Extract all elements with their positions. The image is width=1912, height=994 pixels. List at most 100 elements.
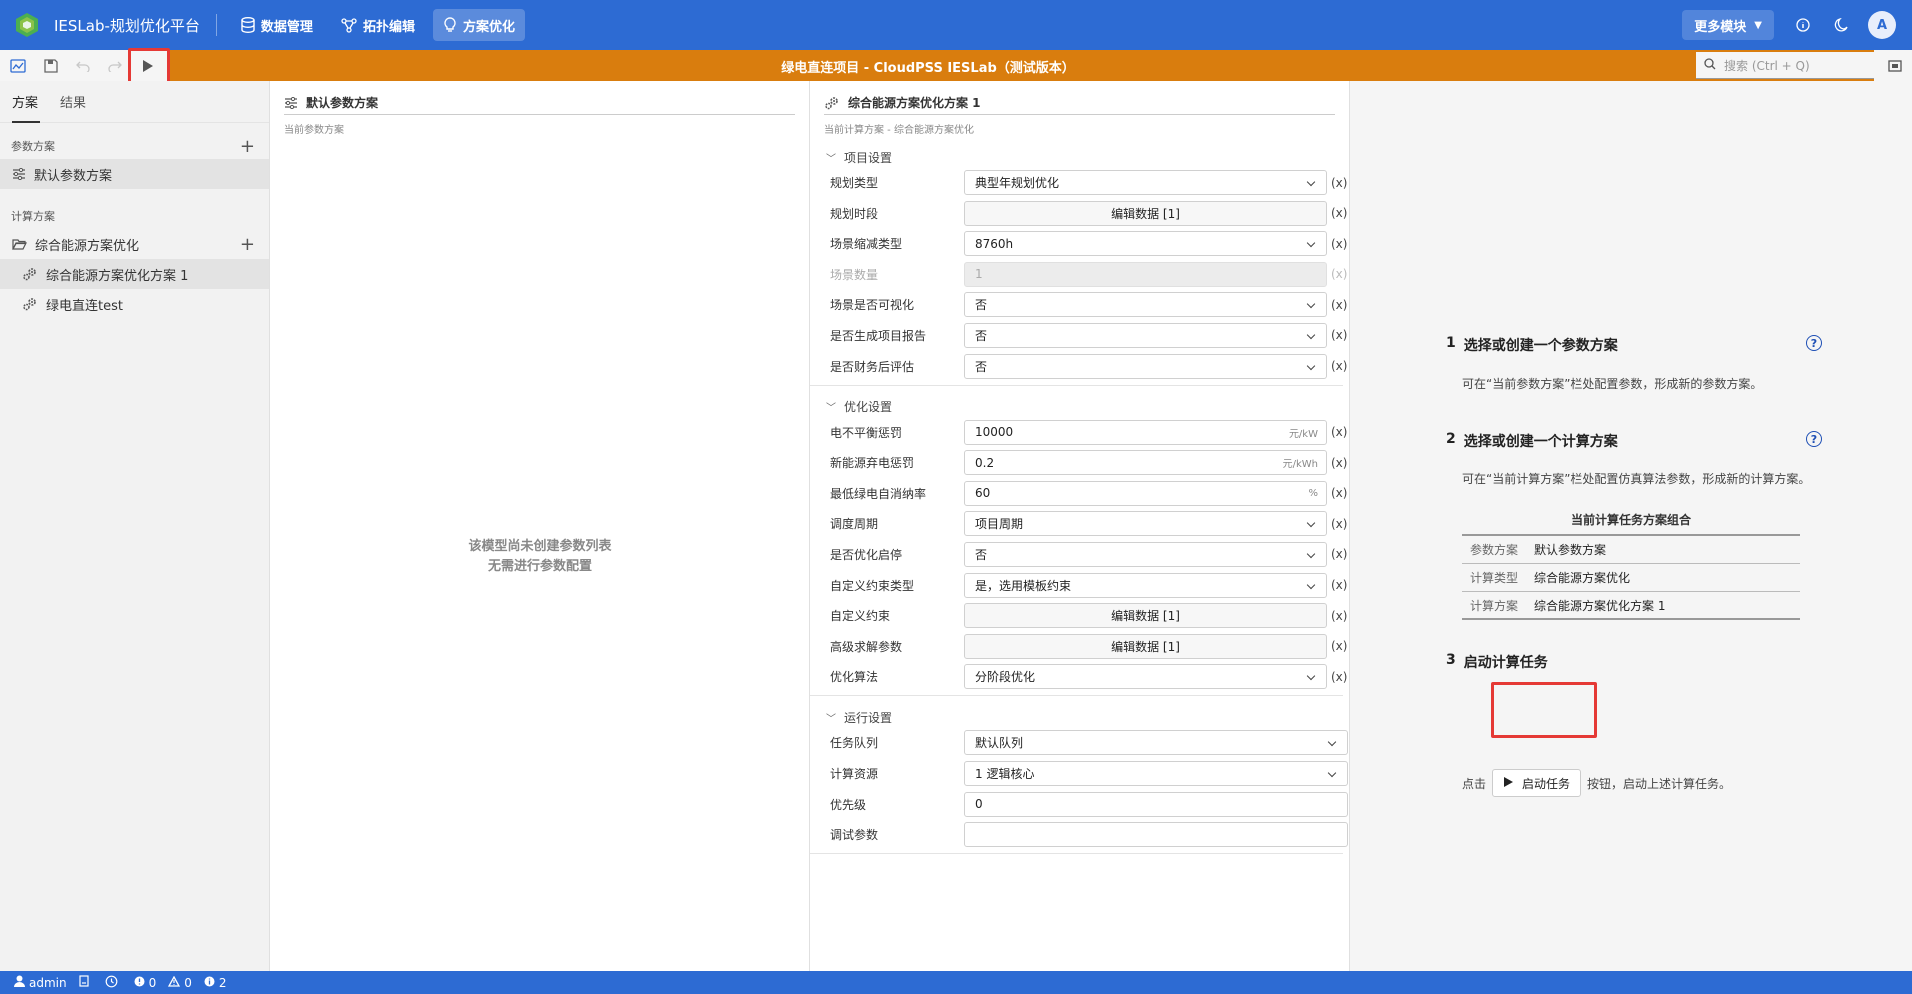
param-scheme-panel: 默认参数方案 当前参数方案 该模型尚未创建参数列表 无需进行参数配置 xyxy=(270,81,810,971)
scenario-visualize-select[interactable]: 否 xyxy=(964,292,1327,318)
step-title: 选择或创建一个参数方案 xyxy=(1463,338,1618,354)
status-storage[interactable] xyxy=(79,975,93,990)
app-title[interactable]: IESLab-规划优化平台 xyxy=(54,15,200,36)
group-divider xyxy=(810,384,1343,386)
warning-icon xyxy=(168,975,181,990)
dark-mode-icon[interactable] xyxy=(1830,14,1852,36)
tab-result[interactable]: 结果 xyxy=(60,81,86,123)
nav-scheme-optimization[interactable]: 方案优化 xyxy=(432,9,525,41)
table-row: 参数方案 默认参数方案 xyxy=(1462,536,1800,564)
debug-params-input[interactable] xyxy=(964,822,1348,848)
step-title: 选择或创建一个计算方案 xyxy=(1463,434,1618,450)
sidebar-item-default-param[interactable]: 默认参数方案 xyxy=(0,159,269,189)
start-task-label: 启动任务 xyxy=(1522,776,1571,791)
compute-resource-select[interactable]: 1 逻辑核心 xyxy=(964,760,1348,786)
fullscreen-icon[interactable] xyxy=(1884,55,1906,77)
expression-toggle[interactable]: (x) xyxy=(1331,486,1347,500)
expression-toggle[interactable]: (x) xyxy=(1331,456,1347,470)
expression-toggle[interactable]: (x) xyxy=(1331,359,1347,373)
form-row: 场景数量 1 (x) xyxy=(810,261,1349,287)
add-param-scheme-icon[interactable]: + xyxy=(240,136,255,157)
sidebar-item-ies-scheme-1[interactable]: 综合能源方案优化方案 1 xyxy=(0,259,269,289)
table-value: 综合能源方案优化方案 1 xyxy=(1534,598,1666,613)
start-task-button[interactable]: 启动任务 xyxy=(1492,769,1582,797)
custom-constraint-edit-button[interactable]: 编辑数据 [1] xyxy=(964,603,1327,629)
expression-toggle[interactable]: (x) xyxy=(1331,298,1347,312)
sidebar-item-green-direct-test[interactable]: 绿电直连test xyxy=(0,289,269,319)
group-project-settings[interactable]: ﹀ 项目设置 xyxy=(810,144,1349,170)
help-icon[interactable]: ? xyxy=(1806,335,1822,351)
constraint-type-select[interactable]: 是，选用模板约束 xyxy=(964,572,1327,598)
solver-params-edit-button[interactable]: 编辑数据 [1] xyxy=(964,633,1327,659)
form-row: 是否财务后评估 否 (x) xyxy=(810,353,1349,379)
help-icon[interactable]: ? xyxy=(1806,431,1822,447)
imbalance-penalty-input[interactable]: 10000 元/kW xyxy=(964,419,1327,445)
planning-type-select[interactable]: 典型年规划优化 xyxy=(964,170,1327,195)
add-calc-scheme-icon[interactable]: + xyxy=(240,234,255,255)
error-icon xyxy=(134,976,145,990)
search-input[interactable]: 搜索 (Ctrl + Q) xyxy=(1696,52,1874,79)
form-row: 任务队列 默认队列 xyxy=(810,730,1349,756)
step-3-heading: 3 启动计算任务 xyxy=(1446,652,1548,672)
expression-toggle[interactable]: (x) xyxy=(1331,176,1347,190)
financial-evaluation-select[interactable]: 否 xyxy=(964,353,1327,379)
dispatch-period-select[interactable]: 项目周期 xyxy=(964,511,1327,537)
panel-title: 默认参数方案 xyxy=(306,96,379,110)
status-infos[interactable]: 2 xyxy=(204,976,227,990)
scenario-reduction-select[interactable]: 8760h xyxy=(964,231,1327,257)
search-placeholder: 搜索 (Ctrl + Q) xyxy=(1724,58,1810,73)
curtailment-penalty-input[interactable]: 0.2 元/kWh xyxy=(964,450,1327,476)
gears-icon xyxy=(824,96,840,110)
expression-toggle[interactable]: (x) xyxy=(1331,578,1347,592)
expression-toggle[interactable]: (x) xyxy=(1331,425,1347,439)
info-icon[interactable] xyxy=(1792,14,1814,36)
group-divider xyxy=(810,853,1343,855)
form-row: 优化算法 分阶段优化 (x) xyxy=(810,664,1349,690)
generate-report-select[interactable]: 否 xyxy=(964,322,1327,348)
status-user[interactable]: admin xyxy=(14,975,67,990)
calc-scheme-panel: 综合能源方案优化方案 1 当前计算方案 - 综合能源方案优化 ﹀ 项目设置 规划… xyxy=(810,81,1350,971)
optimization-algorithm-select[interactable]: 分阶段优化 xyxy=(964,664,1327,690)
expression-toggle[interactable]: (x) xyxy=(1331,609,1347,623)
field-label: 规划类型 xyxy=(830,176,879,190)
table-key: 参数方案 xyxy=(1470,543,1519,557)
expression-toggle[interactable]: (x) xyxy=(1331,328,1347,342)
search-icon xyxy=(1704,57,1716,73)
input-value: 10000 xyxy=(975,425,1014,440)
nav-data-management[interactable]: 数据管理 xyxy=(231,9,323,41)
tab-scheme[interactable]: 方案 xyxy=(12,81,41,123)
more-modules-button[interactable]: 更多模块 ▼ xyxy=(1682,10,1774,40)
task-combination-table: 当前计算任务方案组合 参数方案 默认参数方案 计算类型 综合能源方案优化 计算方… xyxy=(1462,511,1800,620)
table-row: 计算类型 综合能源方案优化 xyxy=(1462,564,1800,592)
nav-topology-edit[interactable]: 拓扑编辑 xyxy=(331,9,425,41)
expression-toggle[interactable]: (x) xyxy=(1331,639,1347,653)
app-logo-icon[interactable] xyxy=(14,12,40,38)
sidebar-folder-ies-optimization[interactable]: 综合能源方案优化 + xyxy=(0,229,269,259)
table-title: 当前计算任务方案组合 xyxy=(1462,511,1800,536)
status-warnings[interactable]: 0 xyxy=(168,975,192,990)
param-scheme-section: 参数方案 + xyxy=(0,133,269,159)
expression-toggle[interactable]: (x) xyxy=(1331,670,1347,684)
min-green-consumption-input[interactable]: 60 % xyxy=(964,480,1327,506)
group-run-settings[interactable]: ﹀ 运行设置 xyxy=(810,704,1349,730)
priority-input[interactable]: 0 xyxy=(964,791,1348,817)
user-icon xyxy=(14,975,25,990)
history-icon xyxy=(105,975,118,991)
info-icon xyxy=(204,976,215,990)
avatar[interactable]: A xyxy=(1868,11,1896,39)
expression-toggle[interactable]: (x) xyxy=(1331,206,1347,220)
group-title: 优化设置 xyxy=(844,400,893,415)
form-row: 自定义约束类型 是，选用模板约束 (x) xyxy=(810,572,1349,598)
expression-toggle[interactable]: (x) xyxy=(1331,547,1347,561)
status-errors[interactable]: 0 xyxy=(134,976,156,990)
status-history[interactable] xyxy=(105,975,122,991)
expression-toggle[interactable]: (x) xyxy=(1331,237,1347,251)
group-optimization-settings[interactable]: ﹀ 优化设置 xyxy=(810,394,1349,420)
table-value: 综合能源方案优化 xyxy=(1534,571,1631,585)
chevron-down-icon: ▼ xyxy=(1754,19,1762,31)
planning-period-edit-button[interactable]: 编辑数据 [1] xyxy=(964,200,1327,226)
task-queue-select[interactable]: 默认队列 xyxy=(964,730,1348,756)
expression-toggle[interactable]: (x) xyxy=(1331,517,1347,531)
bulb-icon xyxy=(443,17,457,33)
optimize-startstop-select[interactable]: 否 xyxy=(964,541,1327,567)
